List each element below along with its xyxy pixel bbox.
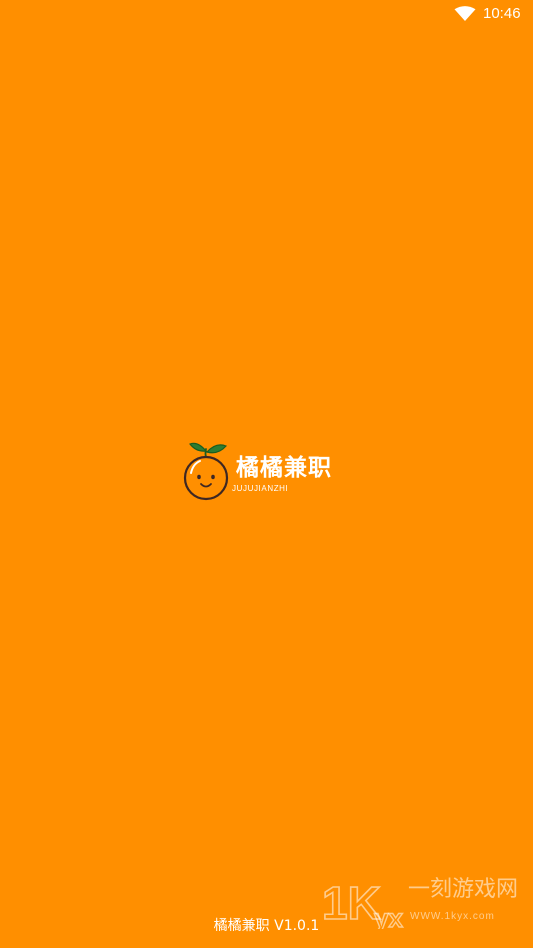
watermark-name: 一刻游戏网 [408, 877, 519, 902]
wifi-icon [454, 6, 476, 21]
status-bar: 10:46 [0, 0, 533, 28]
orange-mascot-icon [183, 442, 229, 501]
status-time: 10:46 [483, 5, 521, 22]
app-logo: 橘橘兼职 JUJUJIANZHI [182, 440, 357, 504]
version-label: 橘橘兼职 V1.0.1 [213, 918, 320, 934]
app-name: 橘橘兼职 [236, 455, 332, 481]
splash-screen: { "status_bar": { "time": "10:46", "icon… [0, 0, 533, 948]
app-name-pinyin: JUJUJIANZHI [232, 484, 289, 493]
